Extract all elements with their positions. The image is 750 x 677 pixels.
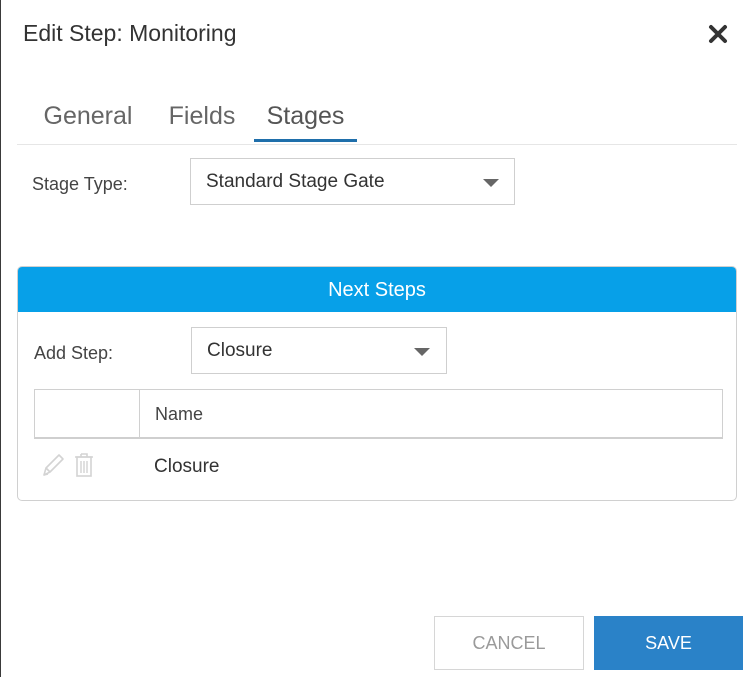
stage-type-value: Standard Stage Gate <box>206 171 385 192</box>
save-button[interactable]: SAVE <box>594 616 743 670</box>
next-steps-panel: Next Steps Add Step: Closure Name Closur… <box>17 266 737 501</box>
tab-bar: General Fields Stages <box>17 100 737 145</box>
close-icon[interactable] <box>706 22 730 46</box>
column-header-name: Name <box>155 404 204 424</box>
edit-step-dialog: Edit Step: Monitoring General Fields Sta… <box>0 0 749 677</box>
row-name-cell: Closure <box>154 456 220 477</box>
column-divider <box>139 390 140 438</box>
next-steps-header: Next Steps <box>18 267 736 312</box>
tab-general[interactable]: General <box>43 100 133 142</box>
add-step-label: Add Step: <box>34 343 114 363</box>
stage-type-label: Stage Type: <box>32 174 128 194</box>
cancel-button[interactable]: CANCEL <box>434 616 584 670</box>
stage-type-select[interactable]: Standard Stage Gate <box>190 158 515 205</box>
next-steps-table-header: Name <box>34 389 723 439</box>
dialog-title: Edit Step: Monitoring <box>23 20 237 46</box>
add-step-value: Closure <box>207 340 273 361</box>
chevron-down-icon <box>414 348 430 356</box>
add-step-select[interactable]: Closure <box>191 327 447 374</box>
chevron-down-icon <box>483 179 499 187</box>
trash-icon[interactable] <box>72 451 96 484</box>
tab-stages[interactable]: Stages <box>254 100 357 142</box>
pencil-icon[interactable] <box>40 451 66 484</box>
tab-fields[interactable]: Fields <box>167 100 237 142</box>
